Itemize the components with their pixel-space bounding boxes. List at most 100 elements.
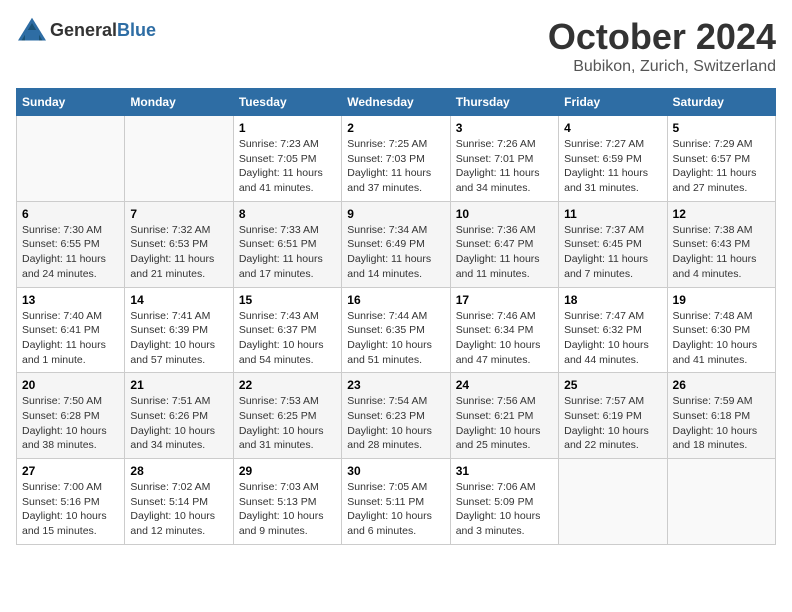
header-friday: Friday <box>559 89 667 116</box>
calendar-cell: 12 Sunrise: 7:38 AMSunset: 6:43 PMDayligh… <box>667 201 775 287</box>
calendar-cell: 11 Sunrise: 7:37 AMSunset: 6:45 PMDayligh… <box>559 201 667 287</box>
calendar-cell: 13 Sunrise: 7:40 AMSunset: 6:41 PMDayligh… <box>17 287 125 373</box>
day-number: 12 <box>673 207 770 221</box>
day-info: Sunrise: 7:47 AMSunset: 6:32 PMDaylight:… <box>564 309 661 368</box>
day-number: 14 <box>130 293 227 307</box>
day-number: 4 <box>564 121 661 135</box>
day-info: Sunrise: 7:43 AMSunset: 6:37 PMDaylight:… <box>239 309 336 368</box>
calendar-table: Sunday Monday Tuesday Wednesday Thursday… <box>16 88 776 545</box>
calendar-cell <box>17 116 125 202</box>
weekday-header-row: Sunday Monday Tuesday Wednesday Thursday… <box>17 89 776 116</box>
day-number: 18 <box>564 293 661 307</box>
day-number: 20 <box>22 378 119 392</box>
week-row-2: 6 Sunrise: 7:30 AMSunset: 6:55 PMDaylight… <box>17 201 776 287</box>
day-number: 17 <box>456 293 553 307</box>
day-info: Sunrise: 7:44 AMSunset: 6:35 PMDaylight:… <box>347 309 444 368</box>
day-number: 29 <box>239 464 336 478</box>
day-info: Sunrise: 7:57 AMSunset: 6:19 PMDaylight:… <box>564 394 661 453</box>
day-info: Sunrise: 7:38 AMSunset: 6:43 PMDaylight:… <box>673 223 770 282</box>
day-info: Sunrise: 7:27 AMSunset: 6:59 PMDaylight:… <box>564 137 661 196</box>
day-info: Sunrise: 7:40 AMSunset: 6:41 PMDaylight:… <box>22 309 119 368</box>
calendar-cell: 22Sunrise: 7:53 AMSunset: 6:25 PMDayligh… <box>233 373 341 459</box>
calendar-cell: 7 Sunrise: 7:32 AMSunset: 6:53 PMDaylight… <box>125 201 233 287</box>
day-info: Sunrise: 7:25 AMSunset: 7:03 PMDaylight:… <box>347 137 444 196</box>
calendar-cell: 18 Sunrise: 7:47 AMSunset: 6:32 PMDayligh… <box>559 287 667 373</box>
calendar-cell: 23Sunrise: 7:54 AMSunset: 6:23 PMDayligh… <box>342 373 450 459</box>
day-info: Sunrise: 7:32 AMSunset: 6:53 PMDaylight:… <box>130 223 227 282</box>
day-number: 3 <box>456 121 553 135</box>
header-wednesday: Wednesday <box>342 89 450 116</box>
calendar-cell: 10 Sunrise: 7:36 AMSunset: 6:47 PMDayligh… <box>450 201 558 287</box>
day-info: Sunrise: 7:29 AMSunset: 6:57 PMDaylight:… <box>673 137 770 196</box>
header-saturday: Saturday <box>667 89 775 116</box>
calendar-cell: 16 Sunrise: 7:44 AMSunset: 6:35 PMDayligh… <box>342 287 450 373</box>
day-number: 13 <box>22 293 119 307</box>
calendar-cell: 19 Sunrise: 7:48 AMSunset: 6:30 PMDayligh… <box>667 287 775 373</box>
day-number: 21 <box>130 378 227 392</box>
calendar-cell: 21 Sunrise: 7:51 AMSunset: 6:26 PMDayligh… <box>125 373 233 459</box>
title-block: October 2024 Bubikon, Zurich, Switzerlan… <box>548 16 776 76</box>
day-info: Sunrise: 7:34 AMSunset: 6:49 PMDaylight:… <box>347 223 444 282</box>
day-info: Sunrise: 7:41 AMSunset: 6:39 PMDaylight:… <box>130 309 227 368</box>
location-title: Bubikon, Zurich, Switzerland <box>548 58 776 76</box>
day-info: Sunrise: 7:50 AMSunset: 6:28 PMDaylight:… <box>22 394 119 453</box>
day-number: 7 <box>130 207 227 221</box>
calendar-cell: 4 Sunrise: 7:27 AMSunset: 6:59 PMDaylight… <box>559 116 667 202</box>
month-title: October 2024 <box>548 16 776 58</box>
page-header: GeneralBlue October 2024 Bubikon, Zurich… <box>16 16 776 76</box>
day-number: 19 <box>673 293 770 307</box>
calendar-cell: 30 Sunrise: 7:05 AMSunset: 5:11 PMDayligh… <box>342 459 450 545</box>
day-info: Sunrise: 7:46 AMSunset: 6:34 PMDaylight:… <box>456 309 553 368</box>
calendar-cell: 5 Sunrise: 7:29 AMSunset: 6:57 PMDaylight… <box>667 116 775 202</box>
day-number: 16 <box>347 293 444 307</box>
day-info: Sunrise: 7:02 AMSunset: 5:14 PMDaylight:… <box>130 480 227 539</box>
calendar-cell <box>667 459 775 545</box>
day-info: Sunrise: 7:06 AMSunset: 5:09 PMDaylight:… <box>456 480 553 539</box>
calendar-cell: 28 Sunrise: 7:02 AMSunset: 5:14 PMDayligh… <box>125 459 233 545</box>
logo-general: General <box>50 20 117 40</box>
day-info: Sunrise: 7:26 AMSunset: 7:01 PMDaylight:… <box>456 137 553 196</box>
day-number: 2 <box>347 121 444 135</box>
day-info: Sunrise: 7:54 AMSunset: 6:23 PMDaylight:… <box>347 394 444 453</box>
calendar-cell: 26Sunrise: 7:59 AMSunset: 6:18 PMDayligh… <box>667 373 775 459</box>
header-monday: Monday <box>125 89 233 116</box>
calendar-cell: 25Sunrise: 7:57 AMSunset: 6:19 PMDayligh… <box>559 373 667 459</box>
header-tuesday: Tuesday <box>233 89 341 116</box>
day-number: 28 <box>130 464 227 478</box>
day-number: 10 <box>456 207 553 221</box>
calendar-cell: 1Sunrise: 7:23 AMSunset: 7:05 PMDaylight… <box>233 116 341 202</box>
logo-blue: Blue <box>117 20 156 40</box>
week-row-1: 1Sunrise: 7:23 AMSunset: 7:05 PMDaylight… <box>17 116 776 202</box>
day-number: 31 <box>456 464 553 478</box>
day-info: Sunrise: 7:59 AMSunset: 6:18 PMDaylight:… <box>673 394 770 453</box>
calendar-cell: 17 Sunrise: 7:46 AMSunset: 6:34 PMDayligh… <box>450 287 558 373</box>
day-info: Sunrise: 7:00 AMSunset: 5:16 PMDaylight:… <box>22 480 119 539</box>
day-info: Sunrise: 7:33 AMSunset: 6:51 PMDaylight:… <box>239 223 336 282</box>
day-number: 5 <box>673 121 770 135</box>
day-number: 9 <box>347 207 444 221</box>
calendar-cell: 2 Sunrise: 7:25 AMSunset: 7:03 PMDaylight… <box>342 116 450 202</box>
calendar-cell: 14 Sunrise: 7:41 AMSunset: 6:39 PMDayligh… <box>125 287 233 373</box>
day-info: Sunrise: 7:53 AMSunset: 6:25 PMDaylight:… <box>239 394 336 453</box>
day-info: Sunrise: 7:23 AMSunset: 7:05 PMDaylight:… <box>239 137 336 196</box>
day-info: Sunrise: 7:30 AMSunset: 6:55 PMDaylight:… <box>22 223 119 282</box>
day-info: Sunrise: 7:51 AMSunset: 6:26 PMDaylight:… <box>130 394 227 453</box>
logo-icon <box>16 16 48 44</box>
calendar-cell: 15Sunrise: 7:43 AMSunset: 6:37 PMDayligh… <box>233 287 341 373</box>
day-info: Sunrise: 7:05 AMSunset: 5:11 PMDaylight:… <box>347 480 444 539</box>
day-info: Sunrise: 7:48 AMSunset: 6:30 PMDaylight:… <box>673 309 770 368</box>
week-row-3: 13 Sunrise: 7:40 AMSunset: 6:41 PMDayligh… <box>17 287 776 373</box>
header-thursday: Thursday <box>450 89 558 116</box>
calendar-cell: 8Sunrise: 7:33 AMSunset: 6:51 PMDaylight… <box>233 201 341 287</box>
day-info: Sunrise: 7:37 AMSunset: 6:45 PMDaylight:… <box>564 223 661 282</box>
calendar-cell: 9 Sunrise: 7:34 AMSunset: 6:49 PMDaylight… <box>342 201 450 287</box>
day-number: 30 <box>347 464 444 478</box>
day-number: 11 <box>564 207 661 221</box>
day-number: 24 <box>456 378 553 392</box>
day-info: Sunrise: 7:36 AMSunset: 6:47 PMDaylight:… <box>456 223 553 282</box>
day-number: 6 <box>22 207 119 221</box>
calendar-cell: 6 Sunrise: 7:30 AMSunset: 6:55 PMDaylight… <box>17 201 125 287</box>
calendar-cell: 20 Sunrise: 7:50 AMSunset: 6:28 PMDayligh… <box>17 373 125 459</box>
calendar-cell: 3 Sunrise: 7:26 AMSunset: 7:01 PMDaylight… <box>450 116 558 202</box>
calendar-cell: 29Sunrise: 7:03 AMSunset: 5:13 PMDayligh… <box>233 459 341 545</box>
